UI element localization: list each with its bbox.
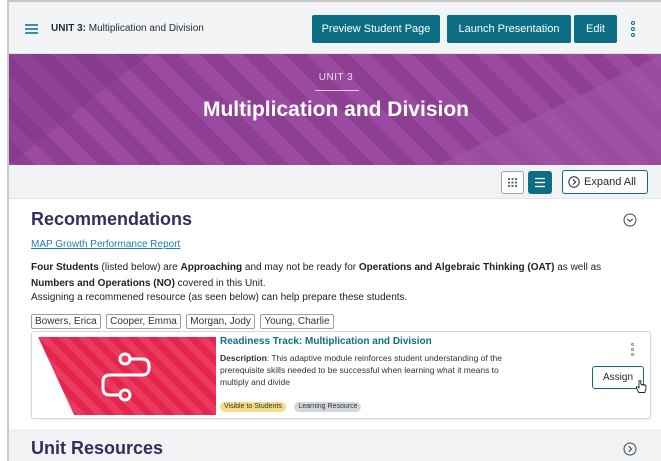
student-chip[interactable]: Morgan, Jody: [186, 314, 255, 329]
unit-resources-heading: Unit Resources: [31, 438, 164, 458]
list-icon: [535, 177, 545, 188]
students-count: Four Students: [31, 262, 99, 273]
student-chip[interactable]: Bowers, Erica: [31, 314, 101, 329]
resource-description: Description: This adaptive module reinfo…: [220, 352, 505, 388]
recommendation-summary: Four Students (listed below) are Approac…: [31, 260, 651, 292]
more-options-icon[interactable]: [631, 21, 635, 37]
resource-title[interactable]: Readiness Track: Multiplication and Divi…: [220, 336, 432, 347]
oat-label: Operations and Algebraic Thinking (OAT): [358, 262, 555, 273]
chevron-right-circle-icon: [568, 176, 580, 188]
recommendations-heading: Recommendations: [31, 209, 193, 229]
summary-text: covered in this Unit.: [174, 278, 266, 289]
unit-name: Multiplication and Division: [88, 23, 204, 34]
student-chip[interactable]: Cooper, Emma: [106, 314, 181, 329]
launch-presentation-button[interactable]: Launch Presentation: [447, 15, 571, 43]
unit-prefix: UNIT 3:: [51, 23, 86, 34]
approaching-label: Approaching: [180, 262, 243, 273]
expand-all-button[interactable]: Expand All: [562, 170, 648, 194]
student-chip[interactable]: Young, Charlie: [260, 314, 334, 329]
grid-icon: [508, 178, 517, 187]
expand-chevron-icon[interactable]: [623, 442, 637, 456]
unit-breadcrumb: UNIT 3: Multiplication and Division: [51, 23, 204, 34]
map-growth-report-link[interactable]: MAP Growth Performance Report: [31, 239, 180, 250]
unit-resources-section: Unit Resources: [9, 429, 661, 461]
summary-text: as well as: [554, 262, 602, 273]
grid-view-button[interactable]: [501, 171, 524, 194]
resource-card: Readiness Track: Multiplication and Divi…: [31, 331, 651, 419]
readiness-track-thumbnail: [38, 337, 216, 415]
description-label: Description: [220, 353, 267, 363]
banner-divider: [315, 90, 359, 91]
visible-to-students-badge: Visible to Students: [220, 402, 286, 412]
unit-banner: UNIT 3 Multiplication and Division: [9, 54, 661, 165]
summary-text: and may not be ready for: [242, 262, 359, 273]
banner-title: Multiplication and Division: [202, 98, 469, 121]
assign-note: Assigning a recommened resource (as seen…: [31, 292, 408, 303]
view-controls-bar: Expand All: [9, 165, 661, 199]
banner-unit-label: UNIT 3: [318, 72, 354, 83]
learning-resource-badge: Learning Resource: [294, 402, 362, 412]
expand-all-label: Expand All: [584, 176, 636, 188]
top-bar: UNIT 3: Multiplication and Division Prev…: [9, 2, 661, 54]
list-menu-icon[interactable]: [25, 24, 38, 35]
preview-student-page-button[interactable]: Preview Student Page: [312, 15, 440, 43]
no-label: Numbers and Operations (NO): [31, 278, 175, 289]
student-chips: Bowers, Erica Cooper, Emma Morgan, Jody …: [31, 311, 335, 329]
edit-button[interactable]: Edit: [574, 15, 617, 43]
summary-text: (listed below) are: [98, 262, 181, 273]
list-view-button[interactable]: [528, 171, 552, 194]
collapse-chevron-icon[interactable]: [623, 213, 637, 227]
resource-tags: Visible to Students Learning Resource: [220, 395, 365, 413]
hand-cursor-icon: [635, 380, 647, 393]
card-options-icon[interactable]: [631, 343, 635, 357]
page-frame: UNIT 3: Multiplication and Division Prev…: [7, 0, 661, 461]
